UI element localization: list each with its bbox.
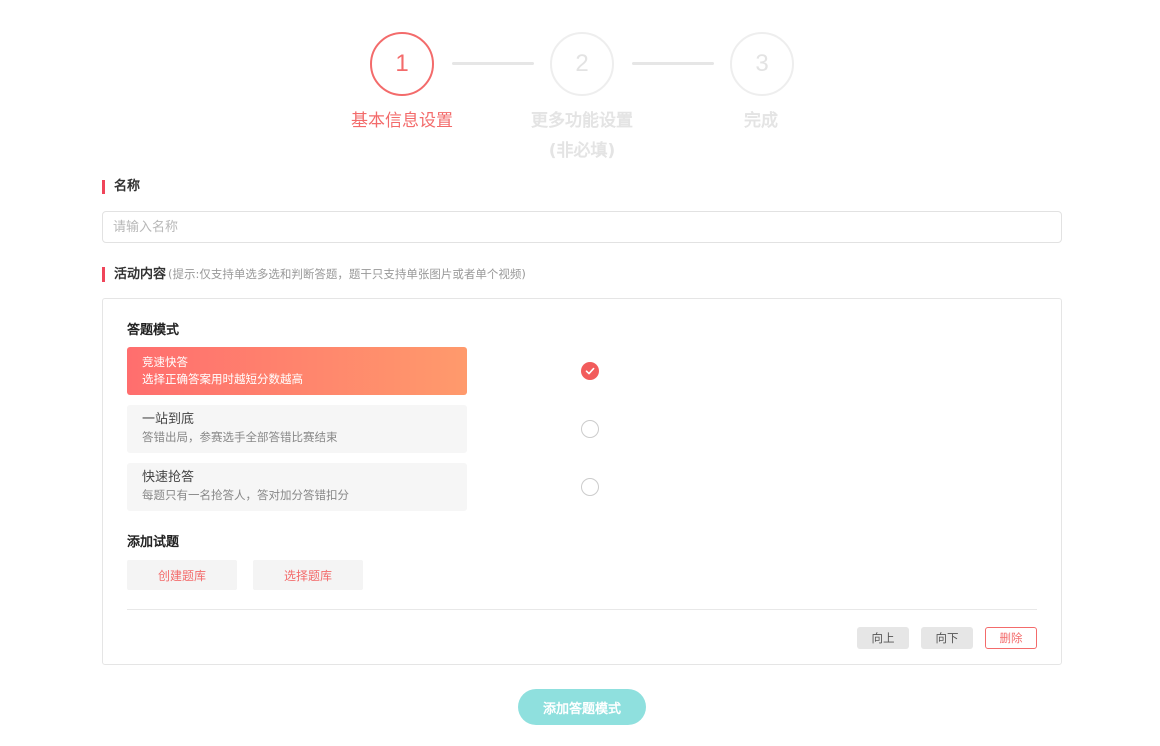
create-bank-button[interactable]: 创建题库: [127, 560, 237, 590]
step-2-sublabel: (非必填): [548, 141, 616, 161]
mode-title: 竞速快答: [142, 355, 188, 369]
step-connector-1: [452, 62, 534, 65]
mode-desc: 答错出局，参赛选手全部答错比赛结束: [142, 430, 338, 444]
step-2-number: 2: [575, 50, 589, 77]
activity-content-card: 答题模式 竞速快答 选择正确答案用时越短分数越高 一站到底 答错出局，参赛选手全…: [102, 298, 1062, 665]
content-section-hint: (提示:仅支持单选多选和判断答题，题干只支持单张图片或者单个视频): [168, 267, 526, 281]
move-down-button[interactable]: 向下: [921, 627, 973, 649]
mode-title: 快速抢答: [142, 470, 195, 485]
step-2-circle: 2: [550, 32, 614, 96]
step-2-label-text: 更多功能设置: [531, 111, 633, 131]
step-1-label-text: 基本信息设置: [351, 111, 453, 131]
mode-option-speed[interactable]: 竞速快答 选择正确答案用时越短分数越高: [127, 347, 467, 395]
mode-radio-survival[interactable]: [581, 420, 599, 438]
mode-desc: 每题只有一名抢答人，答对加分答错扣分: [142, 488, 349, 502]
mode-option-buzzer[interactable]: 快速抢答 每题只有一名抢答人，答对加分答错扣分: [127, 463, 467, 511]
name-input[interactable]: [102, 211, 1062, 243]
step-1-number: 1: [395, 50, 409, 77]
step-3-label: 完成: [681, 106, 841, 136]
step-connector-2: [632, 62, 714, 65]
name-section-title: 名称: [102, 180, 140, 194]
add-questions-label: 添加试题: [127, 535, 180, 550]
check-icon: [585, 367, 595, 375]
step-1-circle: 1: [370, 32, 434, 96]
content-section-title: 活动内容 (提示:仅支持单选多选和判断答题，题干只支持单张图片或者单个视频): [102, 267, 526, 282]
mode-radio-speed[interactable]: [581, 362, 599, 380]
mode-option-survival[interactable]: 一站到底 答错出局，参赛选手全部答错比赛结束: [127, 405, 467, 453]
card-divider: [127, 609, 1037, 610]
step-1-label: 基本信息设置: [322, 106, 482, 136]
mode-radio-buzzer[interactable]: [581, 478, 599, 496]
add-answer-mode-button[interactable]: 添加答题模式: [518, 689, 646, 725]
delete-button[interactable]: 删除: [985, 627, 1037, 649]
step-3-number: 3: [755, 50, 769, 77]
select-bank-button[interactable]: 选择题库: [253, 560, 363, 590]
mode-title: 一站到底: [142, 412, 195, 427]
mode-desc: 选择正确答案用时越短分数越高: [142, 372, 303, 386]
step-2-label: 更多功能设置 (非必填): [502, 106, 662, 166]
step-3-circle: 3: [730, 32, 794, 96]
content-section-title-text: 活动内容: [114, 267, 167, 282]
step-3-label-text: 完成: [744, 111, 778, 131]
name-section-title-text: 名称: [114, 179, 141, 194]
answer-mode-label: 答题模式: [127, 323, 180, 338]
move-up-button[interactable]: 向上: [857, 627, 909, 649]
